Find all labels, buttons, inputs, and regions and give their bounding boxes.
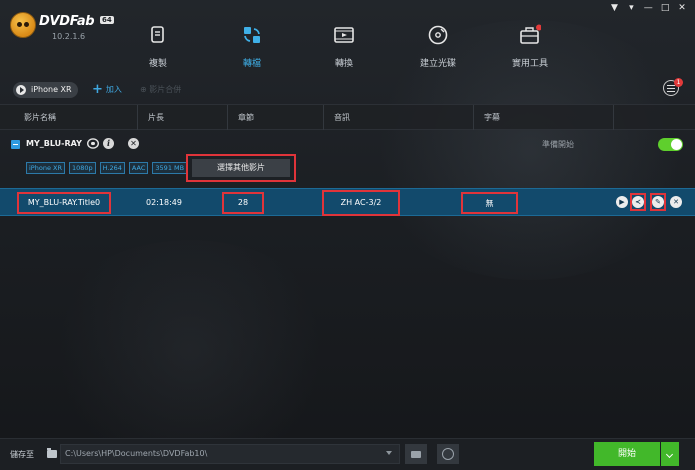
column-title-name: 影片名稱 xyxy=(14,105,138,130)
source-item: MY_BLU-RAY i ✕ 準備開始 iPhone XR 1080p H.264 A… xyxy=(0,132,695,184)
advanced-settings-icon[interactable]: ≺ xyxy=(632,196,644,208)
source-collapse-checkbox[interactable] xyxy=(11,140,20,149)
title-name: MY_BLU-RAY.Title0 xyxy=(27,198,101,207)
maximize-icon[interactable]: □ xyxy=(658,3,672,13)
column-subtitle: 字幕 xyxy=(474,105,614,130)
profile-label: iPhone XR xyxy=(31,85,72,94)
module-label: 實用工具 xyxy=(511,59,548,69)
copy-icon xyxy=(151,26,164,43)
chapters-highlight: 28 xyxy=(222,192,264,214)
output-profile-tags: iPhone XR 1080p H.264 AAC 3591 MB xyxy=(26,162,191,174)
save-to-label: 儲存至 xyxy=(10,450,34,459)
profile-selector-button[interactable]: iPhone XR xyxy=(13,82,78,98)
start-options-dropdown[interactable] xyxy=(661,442,679,466)
video-converter-icon xyxy=(334,27,354,43)
settings-menu-icon[interactable]: ▾ xyxy=(624,3,638,13)
add-label: 加入 xyxy=(105,85,122,94)
app-window: DVDFab 64 10.2.1.6 複製 轉檔 轉換 建立光碟 實用工具 ▼ … xyxy=(0,0,695,470)
choose-other-title-button[interactable]: 選擇其他影片 xyxy=(192,159,290,177)
tag-resolution[interactable]: 1080p xyxy=(68,162,96,174)
tag-file-size[interactable]: 3591 MB xyxy=(152,162,188,174)
merge-label: 影片合併 xyxy=(149,85,182,94)
subtitle-select[interactable]: 無 xyxy=(463,198,516,209)
module-ripper[interactable]: 轉檔 xyxy=(222,24,282,72)
advanced-settings-highlight: ≺ xyxy=(630,193,646,211)
chapters-value[interactable]: 28 xyxy=(224,198,262,207)
tag-device[interactable]: iPhone XR xyxy=(26,162,65,174)
edition-badge: 64 xyxy=(100,16,114,24)
title-duration: 02:18:49 xyxy=(146,198,182,207)
merge-titles-button[interactable]: ⊕ 影片合併 xyxy=(140,82,181,98)
title-name-highlight: MY_BLU-RAY.Title0 xyxy=(17,192,111,214)
task-count-badge: 1 xyxy=(674,78,683,87)
subtitle-highlight: 無 xyxy=(461,192,518,214)
folder-icon xyxy=(47,448,57,458)
remove-title-icon[interactable]: ✕ xyxy=(670,196,682,208)
ripper-icon xyxy=(244,27,260,43)
fab-mascot-icon xyxy=(10,12,36,38)
audio-highlight: ZH AC-3/2 xyxy=(322,190,400,216)
add-source-button[interactable]: + 加入 xyxy=(92,82,122,98)
module-creator[interactable]: 建立光碟 xyxy=(408,24,468,72)
plus-icon: + xyxy=(92,82,103,97)
tag-audio-codec[interactable]: AAC xyxy=(128,162,149,174)
title-row[interactable]: MY_BLU-RAY.Title0 02:18:49 28 ZH AC-3/2 … xyxy=(0,188,695,216)
remove-source-icon[interactable]: ✕ xyxy=(128,138,139,149)
play-circle-icon xyxy=(16,85,26,95)
module-label: 轉檔 xyxy=(242,59,261,69)
module-label: 建立光碟 xyxy=(419,59,456,69)
module-utility[interactable]: 實用工具 xyxy=(500,24,560,72)
bluray-disc-icon xyxy=(87,138,99,149)
module-converter[interactable]: 轉換 xyxy=(314,24,374,72)
play-icon[interactable]: ▶ xyxy=(616,196,628,208)
module-copy[interactable]: 複製 xyxy=(128,24,188,72)
column-chapters: 章節 xyxy=(228,105,324,130)
column-audio: 音訊 xyxy=(324,105,474,130)
creator-disc-icon xyxy=(428,25,448,45)
tag-video-codec[interactable]: H.264 xyxy=(99,162,125,174)
window-controls: ▼ ▾ — □ ✕ xyxy=(608,3,690,15)
background-shade xyxy=(40,240,340,460)
header: DVDFab 64 10.2.1.6 複製 轉檔 轉換 建立光碟 實用工具 ▼ … xyxy=(0,0,695,78)
chevron-down-icon[interactable] xyxy=(386,451,392,455)
brand-name: DVDFab xyxy=(39,14,95,29)
source-enable-toggle[interactable] xyxy=(658,138,683,151)
video-edit-highlight: ✎ xyxy=(650,193,666,211)
choose-other-title-highlight: 選擇其他影片 xyxy=(186,154,296,182)
merge-icon: ⊕ xyxy=(140,85,147,94)
start-button[interactable]: 開始 xyxy=(594,442,660,466)
output-path-field[interactable]: C:\Users\HP\Documents\DVDFab10\ xyxy=(60,444,400,464)
save-as-iso-button[interactable] xyxy=(437,444,459,464)
column-header: 影片名稱 片長 章節 音訊 字幕 xyxy=(0,104,695,130)
toolbar: iPhone XR + 加入 ⊕ 影片合併 1 xyxy=(0,78,695,104)
status-text: 準備開始 xyxy=(542,140,574,149)
browse-folder-button[interactable] xyxy=(405,444,427,464)
module-label: 轉換 xyxy=(334,59,353,69)
skin-menu-icon[interactable]: ▼ xyxy=(608,3,622,13)
app-version: 10.2.1.6 xyxy=(52,32,86,41)
source-name: MY_BLU-RAY xyxy=(26,139,82,148)
minimize-icon[interactable]: — xyxy=(641,3,655,13)
audio-track-select[interactable]: ZH AC-3/2 xyxy=(324,198,398,207)
info-icon[interactable]: i xyxy=(103,138,114,149)
column-duration: 片長 xyxy=(138,105,228,130)
app-logo: DVDFab 64 10.2.1.6 xyxy=(10,10,114,50)
footer: 儲存至 C:\Users\HP\Documents\DVDFab10\ 開始 xyxy=(0,438,695,470)
close-icon[interactable]: ✕ xyxy=(675,3,689,13)
module-label: 複製 xyxy=(148,59,167,69)
video-edit-icon[interactable]: ✎ xyxy=(652,196,664,208)
utility-toolbox-icon xyxy=(520,24,541,44)
